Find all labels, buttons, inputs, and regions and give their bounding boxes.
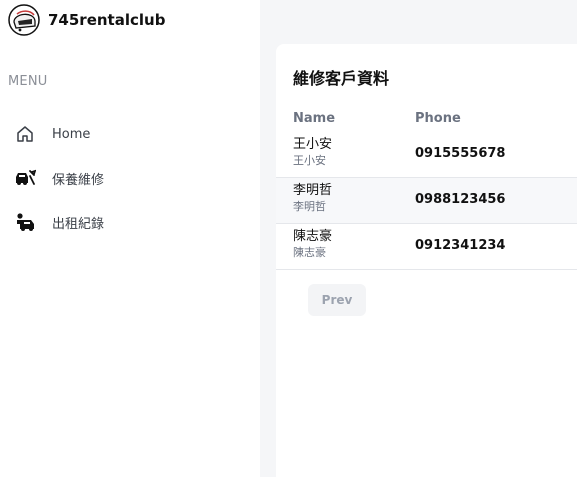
page-title: 維修客戶資料	[293, 69, 390, 88]
customer-phone: 0915555678	[415, 146, 506, 161]
sidebar-item-rental-records[interactable]: 出租紀錄	[14, 208, 254, 236]
name-cell: 李明哲 李明哲	[293, 182, 332, 214]
menu-section-label: MENU	[8, 74, 48, 89]
helmet-logo-icon	[8, 4, 40, 36]
car-repair-icon	[14, 167, 36, 189]
brand-name: 745rentalclub	[48, 11, 166, 29]
customer-name: 李明哲	[293, 183, 333, 198]
home-icon	[14, 123, 36, 145]
sidebar-item-label: Home	[52, 126, 91, 142]
table-row[interactable]: 王小安 王小安 0915555678	[276, 132, 577, 178]
sidebar-item-label: 保養維修	[52, 172, 105, 188]
customer-name: 陳志豪	[293, 229, 333, 244]
sidebar: 745rentalclub MENU Home 保養維修 出租紀錄	[0, 0, 260, 477]
customer-card: 維修客戶資料 Name Phone 王小安 王小安 0915555678 李明哲…	[276, 44, 577, 477]
customer-table: Name Phone 王小安 王小安 0915555678 李明哲 李明哲 09…	[276, 108, 577, 270]
customer-name: 王小安	[293, 137, 333, 152]
sidebar-item-home[interactable]: Home	[14, 120, 254, 148]
customer-subname: 陳志豪	[293, 246, 326, 259]
sidebar-nav: Home 保養維修 出租紀錄	[14, 120, 254, 252]
column-header-phone: Phone	[415, 111, 461, 126]
table-header: Name Phone	[276, 108, 577, 132]
car-rental-icon	[14, 211, 36, 233]
customer-phone: 0988123456	[415, 192, 506, 207]
customer-phone: 0912341234	[415, 238, 506, 253]
table-row[interactable]: 陳志豪 陳志豪 0912341234	[276, 224, 577, 270]
customer-subname: 李明哲	[293, 200, 326, 213]
prev-page-button[interactable]: Prev	[308, 284, 366, 316]
column-header-name: Name	[293, 111, 336, 126]
sidebar-item-label: 出租紀錄	[52, 216, 105, 232]
name-cell: 王小安 王小安	[293, 136, 332, 168]
brand[interactable]: 745rentalclub	[8, 4, 165, 36]
sidebar-item-maintenance[interactable]: 保養維修	[14, 164, 254, 192]
table-row[interactable]: 李明哲 李明哲 0988123456	[276, 178, 577, 224]
customer-subname: 王小安	[293, 154, 326, 167]
name-cell: 陳志豪 陳志豪	[293, 228, 332, 260]
